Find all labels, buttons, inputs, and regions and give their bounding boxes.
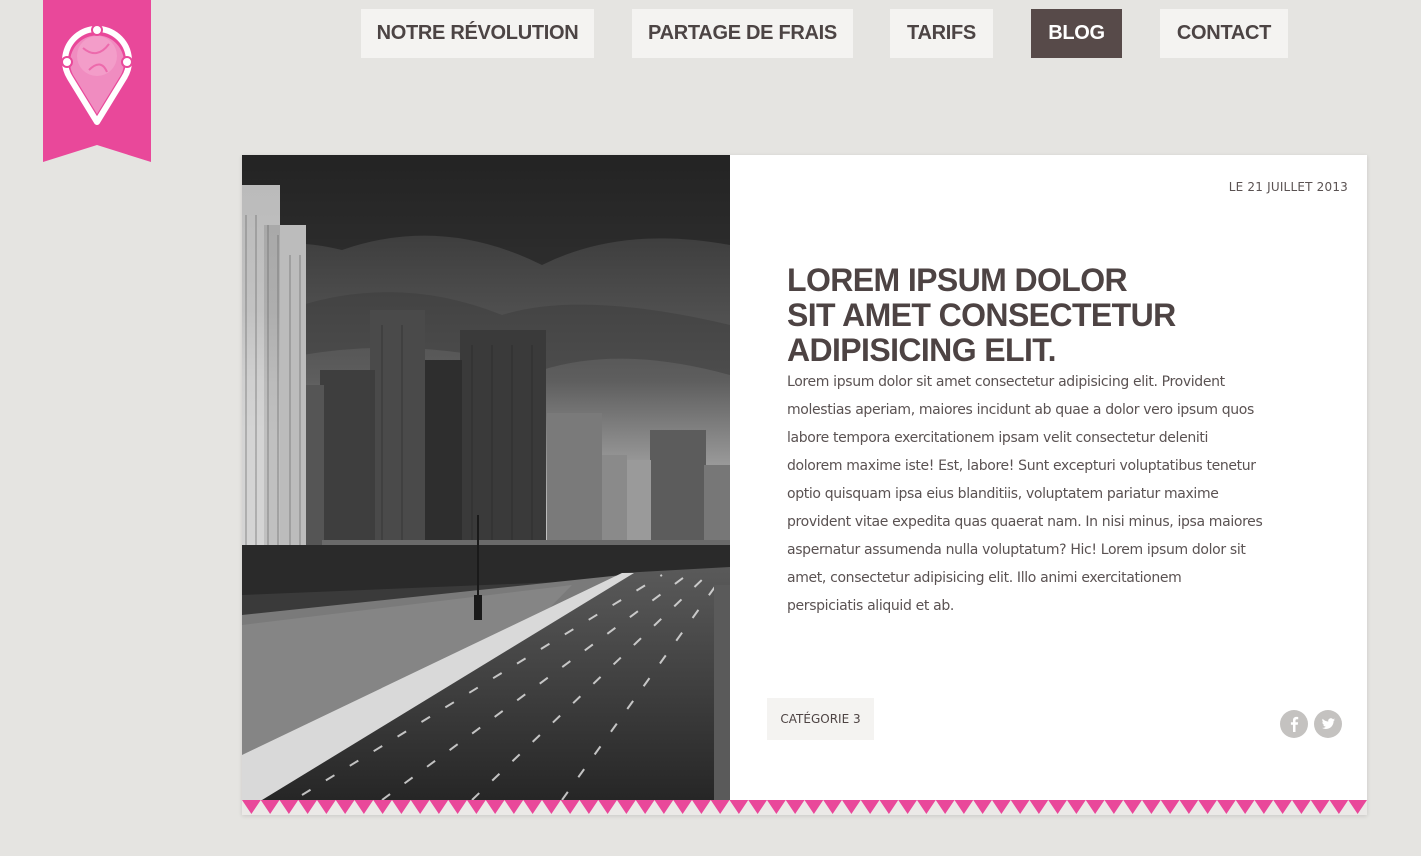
- zigzag-border: [242, 800, 1367, 815]
- post-excerpt-line: molestias aperiam, maiores incidunt ab q…: [787, 402, 1254, 418]
- post-title-line: LOREM IPSUM DOLOR: [787, 262, 1128, 298]
- blog-post-card: LE 21 JUILLET 2013 LOREM IPSUM DOLOR SIT…: [242, 155, 1367, 815]
- city-highway-photo[interactable]: [242, 155, 730, 800]
- post-excerpt-line: provident vitae expedita quas quaerat na…: [787, 514, 1263, 530]
- post-excerpt: Lorem ipsum dolor sit amet consectetur a…: [787, 368, 1327, 620]
- twitter-icon: [1321, 718, 1335, 729]
- post-title[interactable]: LOREM IPSUM DOLOR SIT AMET CONSECTETUR A…: [787, 263, 1327, 368]
- post-excerpt-line: amet, consectetur adipisicing elit. Illo…: [787, 570, 1182, 586]
- post-excerpt-line: perspiciatis aliquid et ab.: [787, 598, 954, 614]
- post-date: LE 21 JUILLET 2013: [1228, 180, 1348, 194]
- post-title-line: ADIPISICING ELIT.: [787, 332, 1057, 368]
- nav-notre-revolution[interactable]: NOTRE RÉVOLUTION: [361, 9, 594, 58]
- facebook-icon: [1290, 716, 1299, 732]
- nav-tarifs[interactable]: TARIFS: [890, 9, 993, 58]
- nav-contact[interactable]: CONTACT: [1160, 9, 1288, 58]
- post-excerpt-line: labore tempora exercitationem ipsam veli…: [787, 430, 1209, 446]
- twitter-share-button[interactable]: [1314, 710, 1342, 738]
- post-excerpt-line: aspernatur assumenda nulla voluptatum? H…: [787, 542, 1246, 558]
- nav-blog[interactable]: BLOG: [1031, 9, 1122, 58]
- main-nav: NOTRE RÉVOLUTION PARTAGE DE FRAIS TARIFS…: [0, 9, 1421, 58]
- nav-partage-de-frais[interactable]: PARTAGE DE FRAIS: [632, 9, 853, 58]
- facebook-share-button[interactable]: [1280, 710, 1308, 738]
- post-excerpt-line: dolorem maxime iste! Est, labore! Sunt e…: [787, 458, 1256, 474]
- post-excerpt-line: Lorem ipsum dolor sit amet consectetur a…: [787, 374, 1225, 390]
- post-excerpt-line: optio quisquam ipsa eius blanditiis, vol…: [787, 486, 1219, 502]
- post-title-line: SIT AMET CONSECTETUR: [787, 297, 1176, 333]
- category-tag[interactable]: CATÉGORIE 3: [767, 698, 874, 740]
